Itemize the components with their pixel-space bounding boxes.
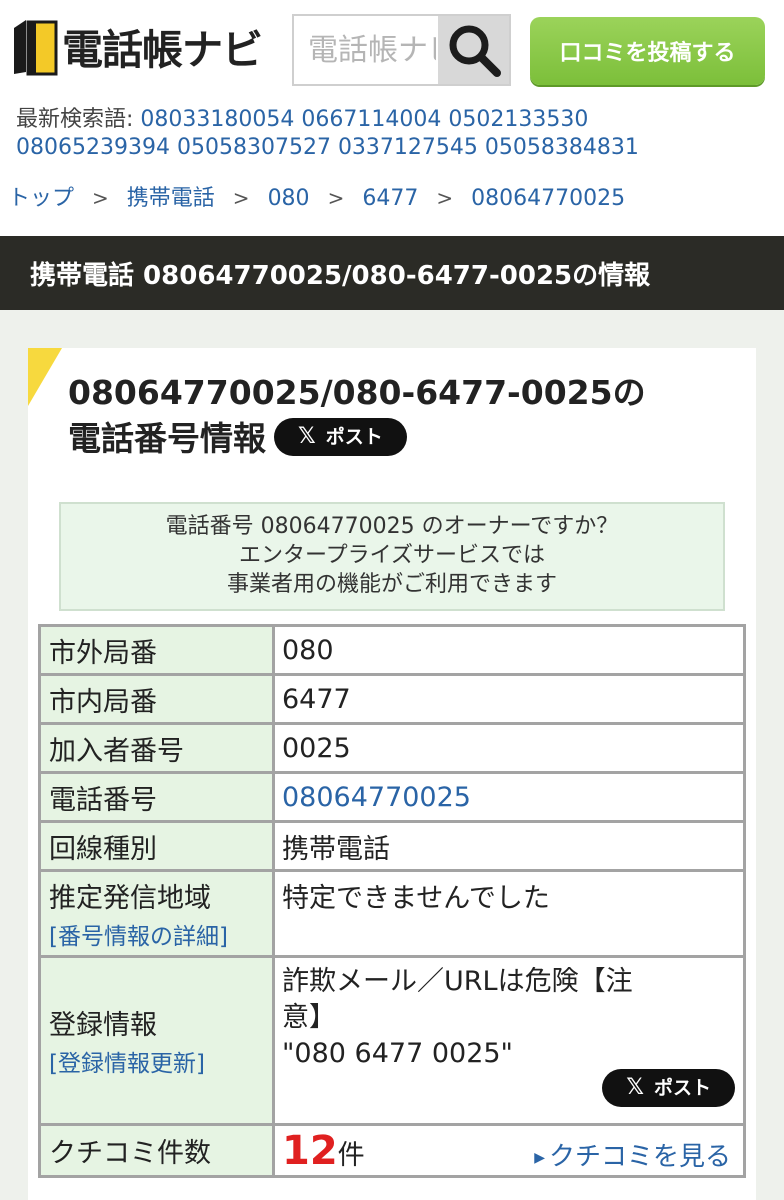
row-key-label: 推定発信地域 <box>49 883 211 914</box>
search-input[interactable] <box>294 16 436 84</box>
row-value: 080 <box>272 624 746 676</box>
x-post-button[interactable]: 𝕏 ポスト <box>602 1069 735 1107</box>
owner-notice[interactable]: 電話番号 08064770025 のオーナーですか？ エンタープライズサービスで… <box>59 502 725 611</box>
breadcrumb-item[interactable]: 080 <box>268 186 310 211</box>
phone-info-table: 市外局番 080 市内局番 6477 加入者番号 0025 電話番号 08064… <box>38 624 746 1178</box>
search-button[interactable] <box>438 16 509 84</box>
row-value: 0025 <box>272 722 746 774</box>
recent-link[interactable]: 05058384831 <box>485 135 639 160</box>
triangle-right-icon: ▶ <box>534 1149 545 1166</box>
table-row: 推定発信地域 [番号情報の詳細] 特定できませんでした <box>38 869 746 958</box>
notice-line: エンタープライズサービスでは <box>238 543 546 568</box>
x-post-button[interactable]: 𝕏 ポスト <box>274 417 407 456</box>
row-key-label: 登録情報 <box>49 1010 157 1041</box>
row-key: 推定発信地域 [番号情報の詳細] <box>38 869 275 958</box>
post-review-button[interactable]: 口コミを投稿する <box>530 17 765 85</box>
breadcrumb-separator: > <box>232 186 250 210</box>
recent-link[interactable]: 08033180054 <box>140 107 294 132</box>
registration-text-line: "080 6477 0025" <box>282 1038 513 1069</box>
post-label: ポスト <box>653 1077 711 1099</box>
search-icon <box>449 25 501 77</box>
x-logo-icon: 𝕏 <box>298 423 316 449</box>
recent-link[interactable]: 0502133530 <box>448 107 588 132</box>
x-logo-icon: 𝕏 <box>626 1075 644 1100</box>
recent-label: 最新検索語: <box>16 107 134 132</box>
see-reviews-label: クチコミを見る <box>548 1142 731 1172</box>
breadcrumb-item[interactable]: 08064770025 <box>471 186 625 211</box>
card-title: 08064770025/080-6477-0025の 電話番号情報 𝕏 ポスト <box>68 370 748 462</box>
row-key: 回線種別 <box>38 820 275 872</box>
registration-text-line: 意】 <box>282 1002 336 1033</box>
breadcrumb-separator: > <box>92 186 109 210</box>
breadcrumb-item[interactable]: 6477 <box>362 186 418 211</box>
table-row: 回線種別 携帯電話 <box>38 820 746 872</box>
row-value: 08064770025 <box>272 771 746 823</box>
row-key: 加入者番号 <box>38 722 275 774</box>
notice-line: 電話番号 08064770025 のオーナーですか？ <box>165 514 619 539</box>
registration-update-link[interactable]: [登録情報更新] <box>49 1044 272 1078</box>
see-reviews-link[interactable]: ▶ クチコミを見る <box>534 1136 731 1173</box>
breadcrumb-item[interactable]: 携帯電話 <box>127 186 215 211</box>
recent-link[interactable]: 0667114004 <box>301 107 441 132</box>
row-value: 6477 <box>272 673 746 725</box>
book-logo-icon <box>14 20 58 76</box>
recent-link[interactable]: 0337127545 <box>338 135 478 160</box>
row-value: 特定できませんでした <box>272 869 746 958</box>
table-row: クチコミ件数 12件 ▶ クチコミを見る <box>38 1123 746 1178</box>
row-value: 詐欺メール／URLは危険【注 意】 "080 6477 0025" 𝕏 ポスト <box>272 955 746 1126</box>
recent-link[interactable]: 05058307527 <box>177 135 331 160</box>
breadcrumb-separator: > <box>327 186 345 210</box>
number-detail-link[interactable]: [番号情報の詳細] <box>49 917 272 951</box>
row-key: 登録情報 [登録情報更新] <box>38 955 275 1126</box>
phone-number-link[interactable]: 08064770025 <box>282 782 471 813</box>
table-row: 電話番号 08064770025 <box>38 771 746 823</box>
logo-text: 電話帳ナビ <box>62 26 263 74</box>
page-title-bar: 携帯電話 08064770025/080-6477-0025の情報 <box>0 236 784 310</box>
row-value: 携帯電話 <box>272 820 746 872</box>
row-key: クチコミ件数 <box>38 1123 275 1178</box>
site-header: 電話帳ナビ 口コミを投稿する <box>0 0 784 100</box>
card-title-line2: 電話番号情報 <box>68 419 266 458</box>
registration-text-line: 詐欺メール／URLは危険【注 <box>282 966 633 997</box>
search-box <box>292 14 511 86</box>
recent-link[interactable]: 08065239394 <box>16 135 170 160</box>
row-key: 市内局番 <box>38 673 275 725</box>
card-corner-accent <box>28 348 62 406</box>
breadcrumb-item[interactable]: トップ <box>8 186 74 211</box>
table-row: 市内局番 6477 <box>38 673 746 725</box>
breadcrumb-separator: > <box>436 186 454 210</box>
table-row: 加入者番号 0025 <box>38 722 746 774</box>
table-row: 市外局番 080 <box>38 624 746 676</box>
breadcrumb: トップ > 携帯電話 >080 >6477 >08064770025 <box>8 180 625 212</box>
card-title-line1: 08064770025/080-6477-0025の <box>68 373 646 412</box>
site-logo[interactable]: 電話帳ナビ <box>12 14 263 78</box>
row-key: 電話番号 <box>38 771 275 823</box>
row-value: 12件 ▶ クチコミを見る <box>272 1123 746 1178</box>
table-row: 登録情報 [登録情報更新] 詐欺メール／URLは危険【注 意】 "080 647… <box>38 955 746 1126</box>
notice-line: 事業者用の機能がご利用できます <box>226 572 557 597</box>
review-count: 12 <box>282 1127 338 1174</box>
review-count-unit: 件 <box>337 1139 365 1171</box>
row-key: 市外局番 <box>38 624 275 676</box>
post-label: ポスト <box>325 425 383 448</box>
recent-searches: 最新検索語: 08033180054 0667114004 0502133530… <box>16 106 776 162</box>
